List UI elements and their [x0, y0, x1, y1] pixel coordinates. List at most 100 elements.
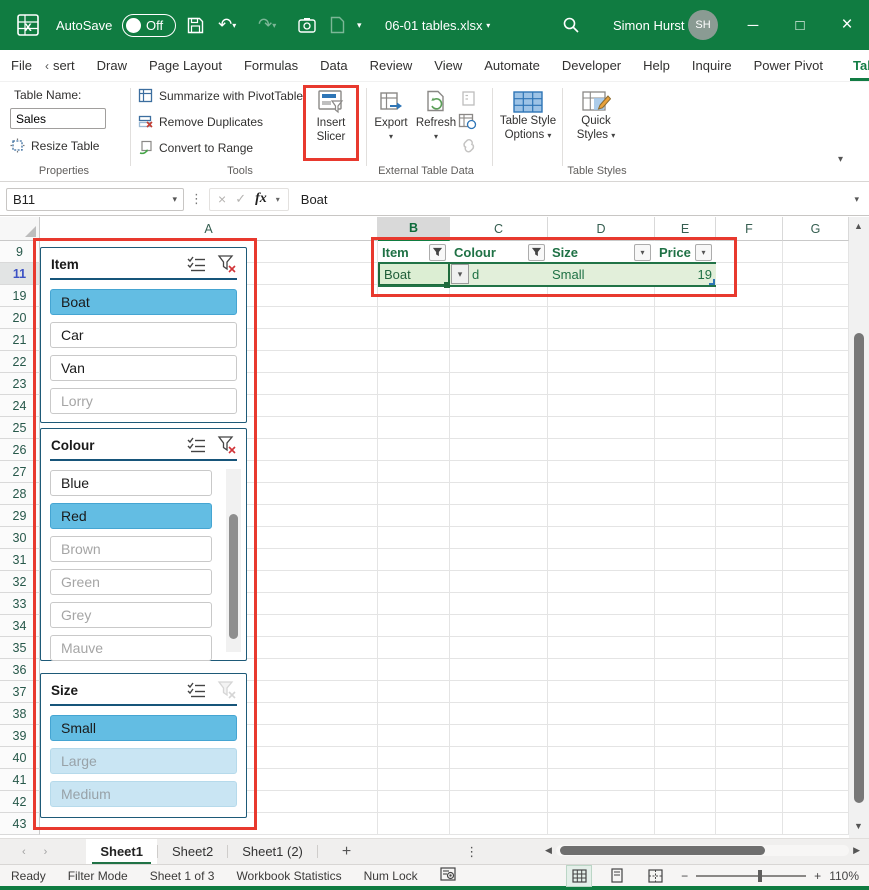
table-name-input[interactable] — [10, 108, 106, 129]
spreadsheet-grid: A B C D E F G 91119202122232425262728293… — [0, 217, 869, 838]
close-button[interactable]: × — [826, 0, 868, 50]
undo-button[interactable]: ↶▾ — [218, 0, 236, 50]
title-bar: X AutoSave Off ↶▾ ↷▾ ▾ 06-01 tables.xlsx… — [0, 0, 869, 50]
ribbon: Table Name: Resize Table Properties Summ… — [0, 82, 869, 182]
status-workbook-statistics[interactable]: Workbook Statistics — [225, 869, 352, 883]
annotation-box-table — [371, 237, 737, 297]
autosave-toggle[interactable]: Off — [122, 0, 176, 50]
autosave-state: Off — [146, 18, 163, 33]
user-name[interactable]: Simon Hurst — [613, 0, 685, 50]
tab-table-design[interactable]: Table Design — [842, 50, 869, 81]
tab-formulas[interactable]: Formulas — [233, 50, 309, 81]
scroll-down-icon[interactable]: ▼ — [854, 821, 863, 831]
status-ready[interactable]: Ready — [0, 869, 57, 883]
normal-view-icon[interactable] — [567, 866, 591, 886]
zoom-level[interactable]: 110% — [829, 869, 859, 883]
tools-group-label: Tools — [180, 165, 300, 177]
zoom-slider[interactable] — [696, 875, 806, 877]
vertical-scrollbar[interactable]: ▲ ▼ — [849, 217, 869, 838]
minimize-button[interactable]: ─ — [732, 0, 774, 50]
scroll-left-icon[interactable]: ◀ — [545, 845, 552, 856]
formula-bar-separator-icon[interactable]: ⋮ — [190, 191, 203, 207]
page-break-preview-icon[interactable] — [643, 866, 667, 886]
external-table-data-group-label: External Table Data — [366, 165, 486, 177]
convert-to-range-button[interactable]: Convert to Range — [138, 140, 253, 155]
resize-table-button[interactable]: Resize Table — [10, 138, 99, 153]
status-num-lock[interactable]: Num Lock — [353, 869, 429, 883]
tab-power-pivot[interactable]: Power Pivot — [743, 50, 834, 81]
horizontal-scrollbar[interactable]: ◀ ▶ — [545, 842, 860, 859]
quick-styles-icon — [581, 90, 611, 114]
macro-record-icon[interactable] — [429, 867, 467, 884]
scrollbar-thumb[interactable] — [560, 846, 765, 855]
status-filter-mode[interactable]: Filter Mode — [57, 869, 139, 883]
customize-quick-access-icon[interactable]: ▾ — [357, 0, 362, 50]
sheet-nav-left-icon[interactable]: ‹ — [0, 839, 35, 864]
summarize-pivottable-button[interactable]: Summarize with PivotTable — [138, 88, 303, 103]
scrollbar-thumb[interactable] — [854, 333, 864, 803]
fx-dropdown-icon[interactable]: ▾ — [276, 195, 280, 204]
sheet-tab-sheet2[interactable]: Sheet2 — [158, 839, 227, 864]
collapse-ribbon-icon[interactable]: ▾ — [838, 154, 843, 165]
tab-scroll-left-icon[interactable]: ‹ — [43, 50, 51, 81]
sheet-nav-right-icon[interactable]: › — [35, 839, 57, 864]
search-icon[interactable] — [562, 0, 580, 50]
tab-draw[interactable]: Draw — [86, 50, 138, 81]
ribbon-tab-bar: File ‹ sert Draw Page Layout Formulas Da… — [0, 50, 869, 82]
tab-automate[interactable]: Automate — [473, 50, 551, 81]
tab-file[interactable]: File — [0, 50, 43, 81]
table-properties-icon — [460, 90, 477, 110]
toggle-knob-icon — [126, 18, 141, 33]
camera-icon[interactable] — [298, 0, 316, 50]
zoom-out-icon[interactable]: − — [681, 869, 688, 883]
excel-app-icon: X — [15, 0, 41, 50]
expand-formula-bar-icon[interactable]: ▾ — [854, 194, 859, 205]
svg-text:X: X — [24, 22, 32, 34]
maximize-button[interactable]: □ — [779, 0, 821, 50]
table-styles-group-label: Table Styles — [552, 165, 642, 177]
file-title[interactable]: 06-01 tables.xlsx ▾ — [385, 0, 490, 50]
sheet-options-icon[interactable]: ⋮ — [451, 839, 492, 864]
quick-styles-button[interactable]: Quick Styles ▾ — [568, 90, 624, 143]
refresh-icon — [424, 90, 448, 116]
document-icon — [330, 0, 345, 50]
pivottable-icon — [138, 88, 153, 103]
properties-group-label: Properties — [14, 165, 114, 177]
add-sheet-button[interactable]: + — [318, 839, 375, 864]
tab-review[interactable]: Review — [359, 50, 424, 81]
export-button[interactable]: Export ▾ — [370, 90, 412, 144]
page-layout-view-icon[interactable] — [605, 866, 629, 886]
remove-duplicates-icon — [138, 114, 153, 129]
zoom-in-icon[interactable]: + — [814, 869, 821, 883]
name-box[interactable]: B11 ▾ — [6, 188, 184, 211]
export-dropdown-icon: ▾ — [389, 130, 393, 144]
formula-content[interactable]: Boat — [301, 192, 328, 207]
save-icon[interactable] — [186, 0, 205, 50]
annotation-box-insert-slicer — [303, 85, 359, 161]
col-header-g[interactable]: G — [783, 217, 849, 241]
sheet-tab-sheet1[interactable]: Sheet1 — [86, 839, 157, 864]
tab-view[interactable]: View — [423, 50, 473, 81]
table-style-options-button[interactable]: Table Style Options ▾ — [496, 90, 560, 143]
quick-styles-dropdown-icon: ▾ — [611, 131, 615, 140]
tab-help[interactable]: Help — [632, 50, 681, 81]
name-box-dropdown-icon[interactable]: ▾ — [172, 194, 177, 205]
status-bar: Ready Filter Mode Sheet 1 of 3 Workbook … — [0, 864, 869, 890]
tab-page-layout[interactable]: Page Layout — [138, 50, 233, 81]
status-sheet-count[interactable]: Sheet 1 of 3 — [139, 869, 226, 883]
tab-developer[interactable]: Developer — [551, 50, 632, 81]
avatar[interactable]: SH — [688, 0, 718, 50]
remove-duplicates-button[interactable]: Remove Duplicates — [138, 114, 263, 129]
tab-data[interactable]: Data — [309, 50, 358, 81]
zoom-slider-thumb[interactable] — [758, 870, 762, 882]
sheet-tab-sheet1-2[interactable]: Sheet1 (2) — [228, 839, 317, 864]
enter-formula-icon: ✓ — [235, 191, 246, 207]
tab-inquire[interactable]: Inquire — [681, 50, 743, 81]
autosave-label: AutoSave — [56, 0, 112, 50]
refresh-dropdown-icon: ▾ — [434, 130, 438, 144]
scroll-right-icon[interactable]: ▶ — [853, 845, 860, 856]
insert-function-icon[interactable]: fx — [255, 191, 267, 207]
scroll-up-icon[interactable]: ▲ — [854, 221, 863, 231]
tab-insert[interactable]: sert — [51, 50, 86, 81]
refresh-button[interactable]: Refresh ▾ — [414, 90, 458, 144]
